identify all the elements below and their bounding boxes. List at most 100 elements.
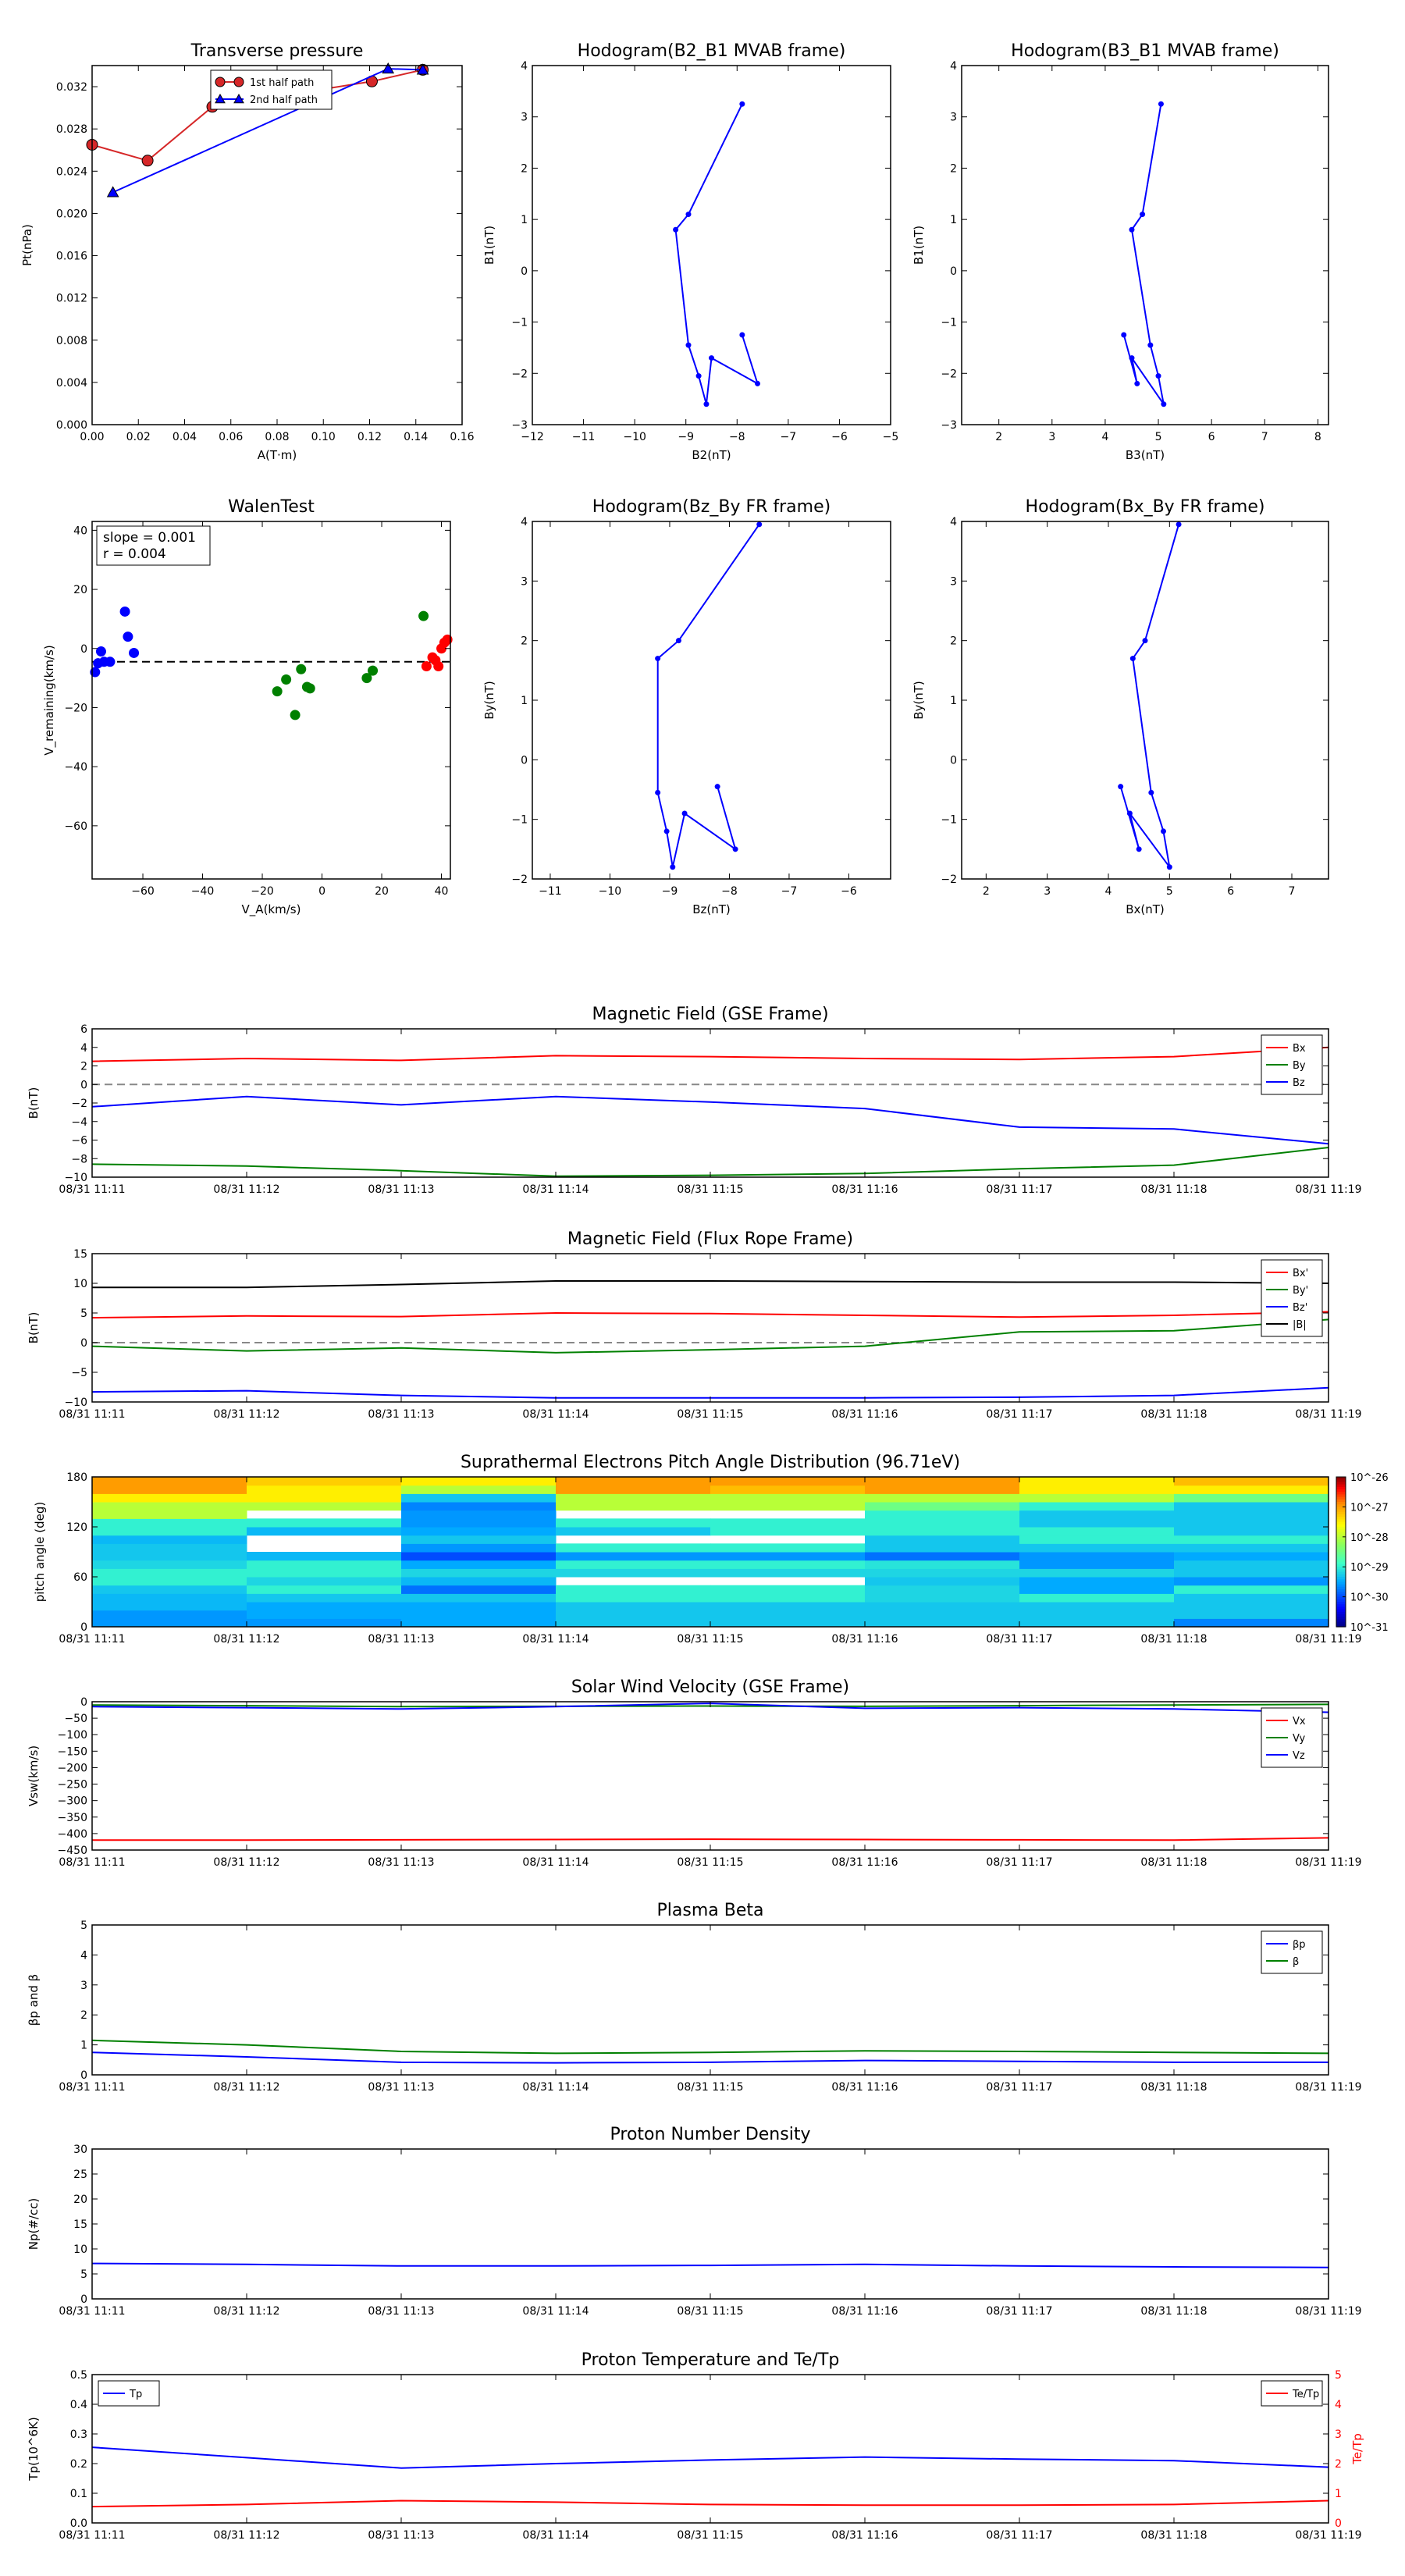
series-line [91, 2051, 1329, 2064]
colorbar-tick-label: 10^-29 [1350, 1562, 1389, 1574]
heatmap-cell [865, 1510, 1020, 1519]
x-tick-label: 08/31 11:14 [522, 1856, 589, 1869]
x-tick-label: 08/31 11:18 [1140, 1633, 1207, 1646]
y-tick-label: 0 [80, 1337, 87, 1350]
heatmap-cell [247, 1602, 402, 1611]
colorbar-tick-label: 10^-27 [1350, 1502, 1389, 1514]
y-tick-label: −2 [511, 368, 528, 380]
heatmap-cell [710, 1502, 866, 1511]
heatmap-cell [1019, 1593, 1175, 1603]
x-tick-label: 08/31 11:14 [522, 1408, 589, 1421]
y-tick-label: 60 [73, 1571, 87, 1584]
axes-frame [961, 65, 1329, 425]
y-axis-label: B1(nT) [912, 226, 926, 265]
y-tick-label: 5 [80, 1920, 87, 1932]
data-point [1166, 864, 1172, 870]
x-tick-label: 08/31 11:15 [677, 2305, 743, 2318]
heatmap-cell [401, 1552, 557, 1561]
x-tick-label: −11 [539, 885, 562, 898]
data-point [1134, 380, 1140, 386]
x-tick-label: 08/31 11:18 [1140, 1408, 1207, 1421]
data-point [1129, 355, 1135, 361]
x-tick-label: 08/31 11:15 [677, 1183, 743, 1196]
data-point [141, 155, 154, 167]
y-tick-label: 0 [80, 2293, 87, 2306]
x-tick-label: 08/31 11:12 [213, 1183, 279, 1196]
heatmap-cell [556, 1477, 711, 1486]
y-tick-label: −3 [511, 419, 528, 432]
y-tick-label: 0.4 [70, 2399, 87, 2411]
heatmap-cell [1174, 1543, 1329, 1553]
y-tick-label: 1 [521, 695, 528, 707]
chart-title: Hodogram(B3_B1 MVAB frame) [1011, 41, 1279, 61]
chart-tp: Proton Temperature and Te/Tp 0.0 0.1 0.2 0.3… [27, 2350, 1364, 2542]
y-tick-label: 0.032 [56, 81, 87, 94]
heatmap-cell [1019, 1477, 1175, 1486]
legend: Bx By Bz [1261, 1034, 1323, 1095]
x-tick-label: 08/31 11:17 [986, 1633, 1052, 1646]
x-tick-label: 08/31 11:11 [59, 2081, 125, 2094]
heatmap-cell [92, 1535, 247, 1544]
legend-label: Bz [1293, 1077, 1305, 1089]
heatmap-cell [92, 1477, 247, 1486]
data-point [714, 784, 720, 790]
y-tick-label: −1 [941, 317, 957, 329]
x-tick-label: 0.10 [311, 431, 336, 443]
x-tick-label: 08/31 11:19 [1295, 2529, 1361, 2542]
heatmap-cell [710, 1485, 866, 1494]
heatmap-cell [401, 1527, 557, 1536]
x-tick-label: 0.12 [357, 431, 382, 443]
legend-label: Bx [1293, 1043, 1306, 1055]
series-line [91, 2039, 1329, 2055]
x-tick-label: 08/31 11:12 [213, 1633, 279, 1646]
legend-label: Bz' [1293, 1302, 1307, 1314]
heatmap-cell [1019, 1577, 1175, 1586]
heatmap-cell [247, 1577, 402, 1586]
x-tick-label: 08/31 11:11 [59, 1633, 125, 1646]
heatmap-cell [556, 1518, 711, 1528]
y-tick-label: −20 [64, 702, 87, 714]
heatmap-cell [92, 1568, 247, 1578]
x-tick-label: 08/31 11:18 [1140, 1856, 1207, 1869]
heatmap-cell [710, 1527, 866, 1536]
chart-vsw: Solar Wind Velocity (GSE Frame) −450 −400 −… [27, 1678, 1362, 1869]
heatmap-cell [556, 1502, 711, 1511]
heatmap-cell [865, 1485, 1020, 1494]
heatmap-cell [92, 1527, 247, 1536]
heatmap-cell [1019, 1527, 1175, 1536]
data-point [675, 638, 681, 644]
y-tick-label: 20 [73, 584, 87, 596]
x-tick-label: 5 [1166, 885, 1173, 898]
x-tick-label: 08/31 11:13 [368, 2305, 434, 2318]
data-point [1126, 810, 1133, 817]
x-tick-label: 08/31 11:13 [368, 2529, 434, 2542]
series-line [656, 524, 760, 867]
legend-label: 1st half path [250, 77, 314, 89]
y-tick-label: −2 [71, 1098, 87, 1110]
x-tick-label: 08/31 11:14 [522, 2081, 589, 2094]
series-line [91, 2500, 1329, 2508]
y-tick-label: 0 [521, 754, 528, 767]
data-point [1148, 789, 1154, 795]
x-tick-label: −12 [521, 431, 544, 443]
x-tick-label: −6 [841, 885, 857, 898]
x-tick-label: 08/31 11:19 [1295, 2081, 1361, 2094]
heatmap-cell [92, 1577, 247, 1586]
data-point [119, 606, 130, 617]
y-tick-label-right: 0 [1335, 2517, 1342, 2530]
heatmap-cell [1019, 1485, 1175, 1494]
heatmap-cell [865, 1568, 1020, 1578]
y-tick-label: −60 [64, 820, 87, 833]
x-tick-label: 08/31 11:14 [522, 2529, 589, 2542]
heatmap-cell [247, 1560, 402, 1569]
heatmap-cell [92, 1485, 247, 1494]
heatmap-cell [710, 1518, 866, 1528]
legend-label: 2nd half path [250, 94, 318, 106]
x-tick-label: 08/31 11:15 [677, 2081, 743, 2094]
series-line [91, 1386, 1329, 1399]
data-point [1161, 828, 1166, 834]
series-line [91, 1311, 1329, 1319]
legend: Tp [98, 2380, 160, 2407]
heatmap-cell [401, 1618, 557, 1628]
series-line [674, 103, 759, 404]
